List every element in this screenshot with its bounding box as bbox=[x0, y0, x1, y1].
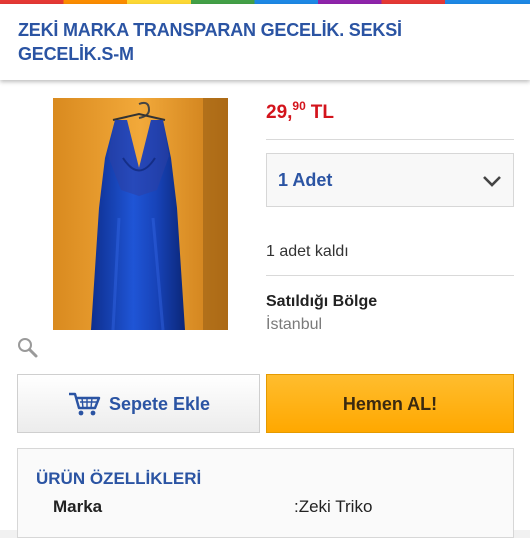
magnifier-icon[interactable] bbox=[16, 336, 40, 360]
price-main: 29, bbox=[266, 102, 293, 123]
quantity-select[interactable]: 1 Adet bbox=[266, 153, 514, 207]
price: 29,90 TL bbox=[266, 99, 334, 124]
features-title: ÜRÜN ÖZELLİKLERİ bbox=[36, 469, 202, 488]
product-title: ZEKİ MARKA TRANSPARAN GECELİK. SEKSİ GEC… bbox=[18, 20, 402, 64]
divider bbox=[266, 275, 514, 276]
product-image[interactable] bbox=[53, 98, 228, 330]
shopping-cart-icon bbox=[69, 392, 101, 416]
divider bbox=[266, 139, 514, 140]
chevron-down-icon bbox=[483, 176, 501, 187]
buy-now-button[interactable]: Hemen AL! bbox=[266, 374, 514, 433]
feature-value-brand: :Zeki Triko bbox=[294, 497, 373, 516]
price-cents: 90 bbox=[292, 99, 306, 113]
header-bar: ZEKİ MARKA TRANSPARAN GECELİK. SEKSİ GEC… bbox=[0, 4, 530, 80]
quantity-selected-value: 1 Adet bbox=[278, 170, 333, 190]
add-to-cart-button[interactable]: Sepete Ekle bbox=[17, 374, 260, 433]
price-currency: TL bbox=[310, 102, 334, 123]
add-to-cart-label: Sepete Ekle bbox=[109, 394, 211, 414]
stock-text: 1 adet kaldı bbox=[266, 243, 349, 260]
region-title: Satıldığı Bölge bbox=[266, 293, 378, 310]
buy-now-label: Hemen AL! bbox=[342, 394, 438, 414]
product-features-panel: ÜRÜN ÖZELLİKLERİ Marka :Zeki Triko bbox=[17, 448, 514, 538]
feature-key-brand: Marka bbox=[53, 497, 103, 516]
region-value: İstanbul bbox=[266, 316, 323, 333]
